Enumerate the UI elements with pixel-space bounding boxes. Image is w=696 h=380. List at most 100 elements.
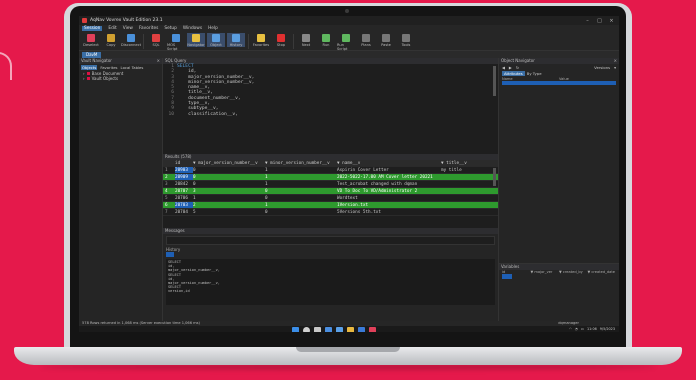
- tab-by-type[interactable]: By Type: [527, 71, 542, 76]
- cell-minor-version[interactable]: 1: [265, 181, 337, 187]
- table-row[interactable]: 2 20909 0 1 2022-5022-17.00 AM Cover letter …: [163, 174, 498, 181]
- cell-major-version[interactable]: 1: [193, 195, 265, 201]
- task-view-icon[interactable]: [314, 327, 321, 332]
- table-row[interactable]: 3 20842 0 1 Test_acrobat changed with dqman: [163, 181, 498, 188]
- next-button[interactable]: Next: [297, 33, 315, 47]
- menu-item-setup[interactable]: Setup: [164, 26, 177, 31]
- cell-minor-version[interactable]: 0: [265, 209, 337, 215]
- expand-arrow-icon[interactable]: ›: [83, 76, 85, 81]
- cell-title[interactable]: [441, 188, 475, 194]
- cell-title[interactable]: [441, 181, 475, 187]
- run-button[interactable]: Run: [317, 33, 335, 47]
- nav-tree-item[interactable]: › Vault Objects: [79, 76, 162, 81]
- chevron-down-icon[interactable]: ▾: [614, 65, 616, 70]
- menu-item-windows[interactable]: Windows: [183, 26, 202, 31]
- cell-id[interactable]: 20842: [175, 181, 193, 187]
- cell-major-version[interactable]: 0: [193, 167, 265, 173]
- menu-item-help[interactable]: Help: [208, 26, 218, 31]
- cell-title[interactable]: [441, 195, 475, 201]
- table-row[interactable]: 1 20903 0 1 Aspirin Cover Letter my title: [163, 167, 498, 174]
- variables-selected-row[interactable]: [502, 274, 512, 279]
- cell-id[interactable]: 20909: [175, 174, 193, 180]
- deselect-button[interactable]: Deselect: [82, 33, 100, 47]
- cell-major-version[interactable]: 5: [193, 209, 265, 215]
- tab-local-tables[interactable]: Local Tables: [121, 65, 144, 70]
- table-row[interactable]: 4 20707 3 0 VD To Doc To VD/Administrator 2: [163, 188, 498, 195]
- file-explorer-icon[interactable]: [347, 327, 354, 332]
- navigator-button[interactable]: Navigator: [187, 33, 205, 47]
- menu-item-view[interactable]: View: [123, 26, 133, 31]
- cell-name[interactable]: 5Versions 5th.txt: [337, 209, 441, 215]
- copy-button[interactable]: Copy: [102, 33, 120, 47]
- back-arrow-icon[interactable]: ◀: [502, 65, 505, 70]
- disconnect-button[interactable]: Disconnect: [121, 33, 141, 47]
- menu-item-session[interactable]: Session: [82, 26, 103, 31]
- cell-major-version[interactable]: 3: [193, 188, 265, 194]
- vault-app-icon[interactable]: [369, 327, 376, 332]
- cell-minor-version[interactable]: 1: [265, 174, 337, 180]
- tab-objects[interactable]: Objects: [81, 65, 98, 70]
- column-header[interactable]: ▼ name__v: [337, 160, 441, 166]
- object-type-dropdown[interactable]: Versions: [594, 65, 610, 70]
- cell-minor-version[interactable]: 1: [265, 167, 337, 173]
- search-icon[interactable]: [303, 327, 310, 332]
- tray-date[interactable]: 9/5/2023: [600, 327, 615, 331]
- pane-close-icon[interactable]: ×: [157, 58, 160, 64]
- plans-button[interactable]: Plans: [357, 33, 375, 47]
- cell-major-version[interactable]: 2: [193, 202, 265, 208]
- results-scrollbar[interactable]: [493, 168, 496, 186]
- column-header[interactable]: ▼ major_version_number__v: [193, 160, 265, 166]
- cell-name[interactable]: VD To Doc To VD/Administrator 2: [337, 188, 441, 194]
- maximize-icon[interactable]: □: [595, 18, 604, 24]
- cell-id[interactable]: 20706: [175, 195, 193, 201]
- tab-favorites[interactable]: Favorites: [100, 65, 117, 70]
- column-header[interactable]: ▼ minor_version_number__v: [265, 160, 337, 166]
- menu-item-edit[interactable]: Edit: [108, 26, 116, 31]
- cell-minor-version[interactable]: 0: [265, 188, 337, 194]
- cell-name[interactable]: Aspirin Cover Letter: [337, 167, 441, 173]
- tray-time[interactable]: 11:06: [587, 327, 597, 331]
- history-button[interactable]: History: [227, 33, 245, 47]
- table-row[interactable]: 6 20703 2 1 1Version.txt: [163, 202, 498, 209]
- sql-button[interactable]: SQL: [147, 33, 165, 47]
- object-button[interactable]: Object: [207, 33, 225, 47]
- cell-title[interactable]: [441, 209, 475, 215]
- cell-name[interactable]: Test_acrobat changed with dqman: [337, 181, 441, 187]
- minimize-icon[interactable]: –: [583, 18, 592, 24]
- cell-name[interactable]: 1Version.txt: [337, 202, 441, 208]
- sql-editor-scrollbar[interactable]: [493, 66, 496, 96]
- table-row[interactable]: 7 20704 5 0 5Versions 5th.txt: [163, 209, 498, 216]
- paste-button[interactable]: Paste: [377, 33, 395, 47]
- column-header[interactable]: ▼ title__v: [441, 160, 475, 166]
- cell-major-version[interactable]: 0: [193, 174, 265, 180]
- history-list[interactable]: SELECT id, major_version_number__v, SELEC…: [166, 259, 495, 305]
- properties-selected-row[interactable]: [502, 81, 616, 85]
- column-header[interactable]: id: [175, 160, 193, 166]
- run-script-button[interactable]: Run Script: [337, 33, 355, 51]
- chat-icon[interactable]: [336, 327, 343, 332]
- table-row[interactable]: 5 20706 1 0 Wordtext: [163, 195, 498, 202]
- start-icon[interactable]: [292, 327, 299, 332]
- favorites-button[interactable]: Favorites: [252, 33, 270, 47]
- refresh-icon[interactable]: ↻: [516, 65, 519, 70]
- close-icon[interactable]: ×: [607, 18, 616, 24]
- sql-editor[interactable]: 1 SELECT 2 id, 3 major_version_number__v, 4 …: [163, 64, 498, 154]
- cell-id[interactable]: 20903: [175, 167, 193, 173]
- mos-script-button[interactable]: MOS Script: [167, 33, 185, 51]
- cell-minor-version[interactable]: 1: [265, 202, 337, 208]
- tab-attributes[interactable]: Attributes: [502, 71, 525, 76]
- wifi-icon[interactable]: ◠: [569, 327, 572, 331]
- battery-icon[interactable]: ▭: [581, 327, 584, 331]
- volume-icon[interactable]: ◔: [575, 327, 578, 331]
- document-tab[interactable]: DavM: [82, 51, 102, 58]
- stop-button[interactable]: Stop: [272, 33, 290, 47]
- pane-close-icon[interactable]: ×: [614, 58, 617, 64]
- cell-id[interactable]: 20703: [175, 202, 193, 208]
- cell-title[interactable]: [441, 202, 475, 208]
- edge-icon[interactable]: [358, 327, 365, 332]
- cell-title[interactable]: my title: [441, 167, 475, 173]
- tools-button[interactable]: Tools: [397, 33, 415, 47]
- menu-item-favorites[interactable]: Favorites: [139, 26, 158, 31]
- cell-id[interactable]: 20707: [175, 188, 193, 194]
- cell-minor-version[interactable]: 0: [265, 195, 337, 201]
